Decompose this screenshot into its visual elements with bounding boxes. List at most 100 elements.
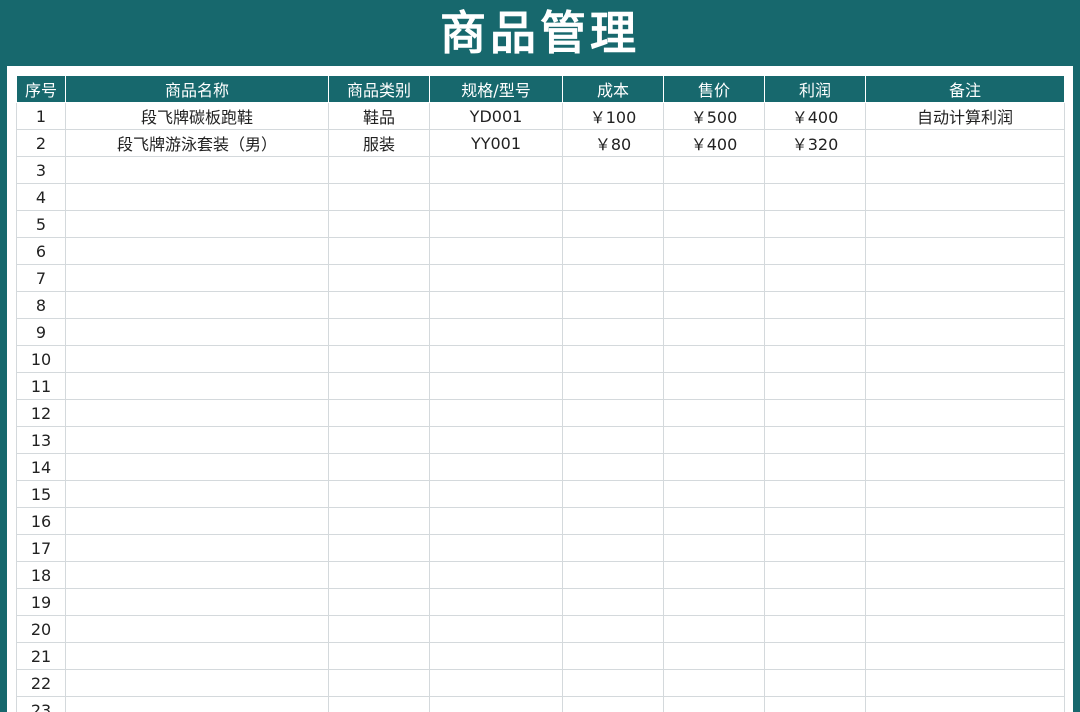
col-header-category[interactable]: 商品类别 (328, 75, 430, 103)
table-cell[interactable] (663, 669, 765, 697)
table-cell[interactable] (764, 426, 866, 454)
table-cell[interactable] (562, 480, 664, 508)
table-cell[interactable] (764, 345, 866, 373)
table-cell[interactable]: 19 (16, 588, 66, 616)
table-cell[interactable] (663, 183, 765, 211)
table-cell[interactable] (865, 561, 1065, 589)
table-cell[interactable]: 服装 (328, 129, 430, 157)
table-cell[interactable] (328, 291, 430, 319)
table-cell[interactable] (328, 507, 430, 535)
table-cell[interactable] (865, 291, 1065, 319)
table-cell[interactable] (663, 399, 765, 427)
table-cell[interactable] (865, 426, 1065, 454)
table-cell[interactable] (429, 453, 563, 481)
table-cell[interactable] (562, 588, 664, 616)
table-cell[interactable] (328, 588, 430, 616)
table-cell[interactable] (65, 480, 329, 508)
table-cell[interactable] (764, 291, 866, 319)
table-cell[interactable] (429, 534, 563, 562)
table-cell[interactable] (865, 210, 1065, 238)
table-cell[interactable] (865, 588, 1065, 616)
table-cell[interactable] (328, 426, 430, 454)
table-cell[interactable] (328, 345, 430, 373)
table-cell[interactable] (663, 237, 765, 265)
table-cell[interactable] (865, 183, 1065, 211)
table-cell[interactable] (562, 426, 664, 454)
table-cell[interactable] (663, 615, 765, 643)
table-cell[interactable] (865, 129, 1065, 157)
table-cell[interactable] (429, 264, 563, 292)
table-cell[interactable] (865, 507, 1065, 535)
table-cell[interactable]: 15 (16, 480, 66, 508)
table-cell[interactable]: 22 (16, 669, 66, 697)
table-cell[interactable] (562, 372, 664, 400)
table-cell[interactable] (663, 210, 765, 238)
table-cell[interactable] (65, 156, 329, 184)
table-cell[interactable] (328, 453, 430, 481)
table-cell[interactable] (65, 183, 329, 211)
table-cell[interactable] (328, 237, 430, 265)
table-cell[interactable]: 9 (16, 318, 66, 346)
table-cell[interactable] (865, 372, 1065, 400)
table-cell[interactable]: 5 (16, 210, 66, 238)
col-header-profit[interactable]: 利润 (764, 75, 866, 103)
table-cell[interactable] (663, 642, 765, 670)
table-cell[interactable] (562, 615, 664, 643)
table-cell[interactable] (65, 426, 329, 454)
table-cell[interactable] (65, 372, 329, 400)
table-cell[interactable] (328, 615, 430, 643)
table-cell[interactable] (429, 615, 563, 643)
table-cell[interactable]: YY001 (429, 129, 563, 157)
table-cell[interactable] (65, 264, 329, 292)
table-cell[interactable]: 14 (16, 453, 66, 481)
table-cell[interactable] (429, 183, 563, 211)
table-cell[interactable]: 21 (16, 642, 66, 670)
table-cell[interactable] (328, 372, 430, 400)
table-cell[interactable] (663, 426, 765, 454)
table-cell[interactable]: 23 (16, 696, 66, 712)
table-cell[interactable]: ￥80 (562, 129, 664, 157)
table-cell[interactable]: ￥400 (663, 129, 765, 157)
table-cell[interactable] (865, 642, 1065, 670)
table-cell[interactable] (764, 237, 866, 265)
table-cell[interactable] (562, 534, 664, 562)
table-cell[interactable]: 11 (16, 372, 66, 400)
table-cell[interactable] (562, 453, 664, 481)
table-cell[interactable]: 2 (16, 129, 66, 157)
table-cell[interactable]: ￥320 (764, 129, 866, 157)
table-cell[interactable] (429, 696, 563, 712)
table-cell[interactable] (764, 156, 866, 184)
table-cell[interactable] (562, 642, 664, 670)
table-cell[interactable] (65, 237, 329, 265)
table-cell[interactable] (429, 588, 563, 616)
col-header-cost[interactable]: 成本 (562, 75, 664, 103)
table-cell[interactable] (562, 183, 664, 211)
table-cell[interactable] (663, 291, 765, 319)
table-cell[interactable] (328, 534, 430, 562)
table-cell[interactable] (562, 291, 664, 319)
table-cell[interactable] (865, 237, 1065, 265)
table-cell[interactable]: 7 (16, 264, 66, 292)
table-cell[interactable] (865, 696, 1065, 712)
table-cell[interactable] (663, 561, 765, 589)
table-cell[interactable] (764, 534, 866, 562)
table-cell[interactable] (328, 399, 430, 427)
table-cell[interactable] (65, 210, 329, 238)
table-cell[interactable] (562, 561, 664, 589)
table-cell[interactable]: 段飞牌碳板跑鞋 (65, 102, 329, 130)
table-cell[interactable] (429, 237, 563, 265)
table-cell[interactable] (865, 480, 1065, 508)
table-cell[interactable] (663, 264, 765, 292)
table-cell[interactable]: 3 (16, 156, 66, 184)
table-cell[interactable] (429, 291, 563, 319)
table-cell[interactable] (764, 264, 866, 292)
table-cell[interactable] (663, 480, 765, 508)
table-cell[interactable] (429, 399, 563, 427)
table-cell[interactable] (562, 264, 664, 292)
table-cell[interactable]: 鞋品 (328, 102, 430, 130)
table-cell[interactable]: 6 (16, 237, 66, 265)
table-cell[interactable] (663, 696, 765, 712)
col-header-price[interactable]: 售价 (663, 75, 765, 103)
table-cell[interactable] (65, 318, 329, 346)
table-cell[interactable] (764, 696, 866, 712)
